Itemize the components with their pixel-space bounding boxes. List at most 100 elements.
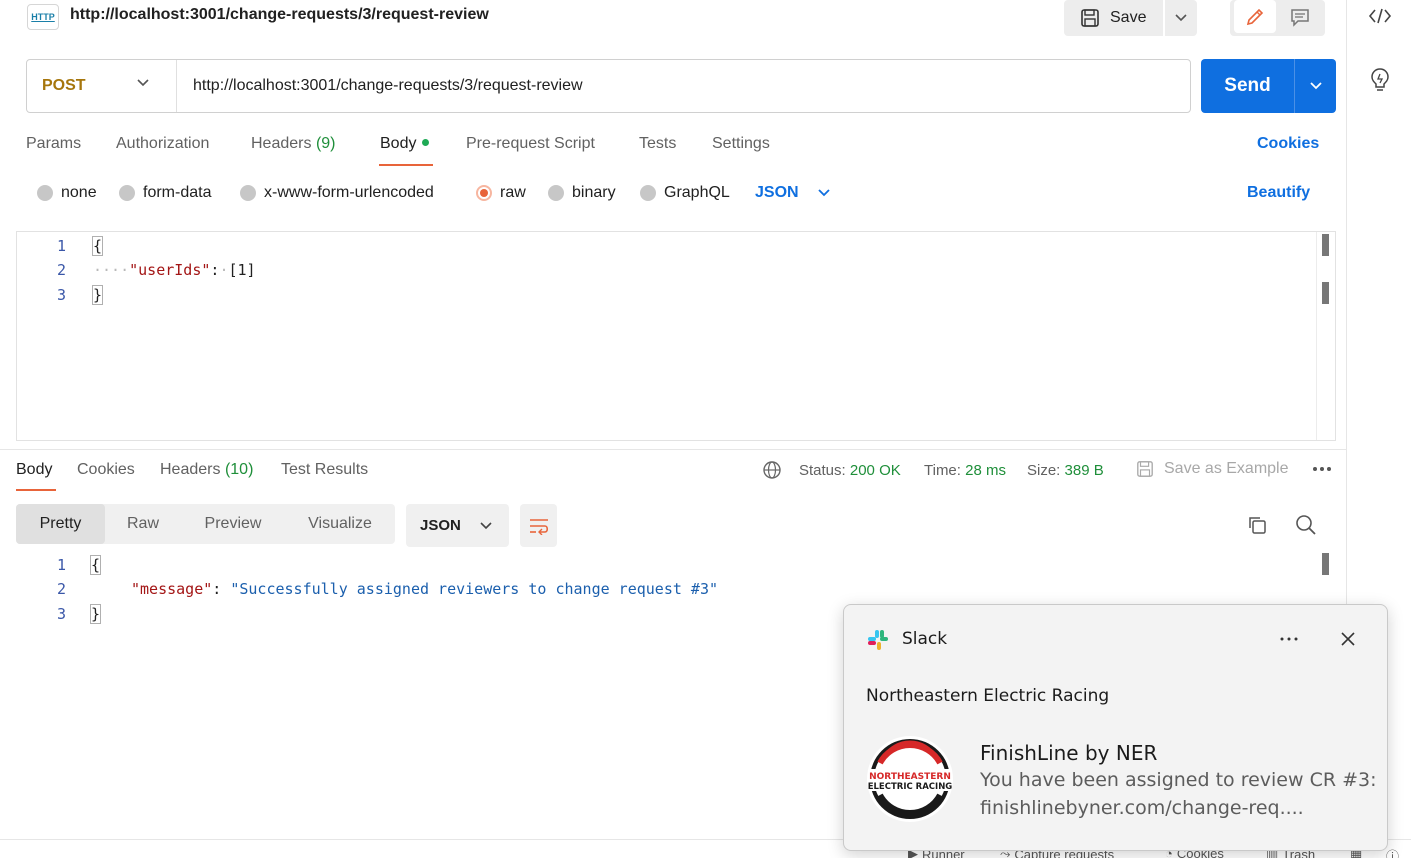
code-line: { [91,236,104,256]
editor-scroll-track [1316,232,1317,440]
open-brace: { [89,555,102,575]
response-format-label: JSON [420,517,461,534]
body-modified-indicator [422,139,430,146]
radio-binary[interactable]: binary [548,184,616,202]
url-input[interactable]: http://localhost:3001/change-requests/3/… [193,77,583,95]
chevron-down-icon[interactable] [136,78,150,88]
radio-dot [640,185,656,201]
view-pretty[interactable]: Pretty [16,504,105,544]
more-options-icon[interactable] [1279,636,1299,642]
save-options-button[interactable] [1165,0,1197,36]
tab-pre-request-script[interactable]: Pre-request Script [466,135,595,153]
response-scrollbar-thumb[interactable] [1322,553,1329,575]
logo-text-line2: ELECTRIC RACING [868,782,953,792]
wrap-lines-button[interactable] [520,504,557,547]
status-value: 200 OK [849,462,901,479]
open-brace: { [91,236,104,256]
radio-dot [240,185,256,201]
json-value: [1] [228,261,256,279]
tab-headers[interactable]: Headers (9) [251,135,336,153]
help-icon[interactable]: ⓘ [1386,846,1399,858]
chevron-down-icon [480,521,492,529]
lightbulb-icon [1371,68,1389,91]
code-line: } [89,604,102,624]
response-size[interactable]: Size: 389 B [1027,462,1104,479]
view-visualize[interactable]: Visualize [285,504,395,544]
radio-none[interactable]: none [37,184,97,202]
status-label: Status: [799,462,846,479]
line-number: 3 [56,286,66,304]
response-tab-test-results[interactable]: Test Results [281,461,368,479]
tab-authorization[interactable]: Authorization [116,135,209,153]
code-snippet-button[interactable] [1366,4,1394,28]
pencil-icon [1246,8,1264,25]
radio-form-data[interactable]: form-data [119,184,211,202]
radio-dot-selected [476,185,492,201]
tab-headers-label: Headers [251,135,312,152]
editor-scrollbar-thumb[interactable] [1322,234,1329,256]
pane-divider[interactable] [0,449,1346,450]
notification-workspace: Northeastern Electric Racing [866,686,1110,706]
comment-icon [1291,8,1309,27]
send-options-button[interactable] [1294,59,1336,113]
close-brace: } [89,604,102,624]
active-response-tab-indicator [16,489,56,491]
response-tab-cookies[interactable]: Cookies [77,461,135,479]
comment-mode-button[interactable] [1280,0,1320,33]
tab-tests[interactable]: Tests [639,135,676,153]
tab-body[interactable]: Body [380,135,430,153]
json-value: "Successfully assigned reviewers to chan… [230,580,719,598]
save-icon [1081,9,1099,27]
method-select[interactable]: POST [42,77,86,95]
radio-label: none [61,184,97,201]
view-raw[interactable]: Raw [105,504,181,544]
save-button[interactable]: Save [1064,0,1163,36]
body-format-select[interactable]: JSON [755,184,831,202]
chevron-down-icon [1175,14,1187,22]
beautify-button[interactable]: Beautify [1247,184,1310,202]
save-label: Save [1110,9,1147,26]
response-time[interactable]: Time: 28 ms [924,462,1006,479]
radio-graphql[interactable]: GraphQL [640,184,730,202]
code-line: } [91,285,104,305]
radio-dot [119,185,135,201]
response-format-select[interactable]: JSON [406,504,509,547]
response-status[interactable]: Status: 200 OK [799,462,901,479]
chevron-down-icon [817,189,830,197]
radio-label: raw [500,184,526,201]
ner-logo: NORTHEASTERN ELECTRIC RACING [867,736,953,822]
chevron-down-icon [1309,82,1322,90]
response-tab-headers[interactable]: Headers (10) [160,461,253,479]
cookies-link[interactable]: Cookies [1257,135,1319,153]
line-number: 2 [56,261,66,279]
radio-label: x-www-form-urlencoded [264,184,434,201]
view-preview[interactable]: Preview [181,504,285,544]
request-title[interactable]: http://localhost:3001/change-requests/3/… [70,6,489,24]
radio-dot [548,185,564,201]
tab-settings[interactable]: Settings [712,135,770,153]
globe-icon[interactable] [762,460,782,480]
http-request-icon: HTTP [27,4,59,30]
time-value: 28 ms [965,462,1006,479]
response-tab-body[interactable]: Body [16,461,52,479]
more-options-icon[interactable] [1312,466,1332,472]
copy-icon[interactable] [1246,514,1268,536]
edit-mode-button[interactable] [1234,0,1276,33]
notification-message: You have been assigned to review CR #3: [980,769,1377,791]
code-icon [1368,8,1392,24]
radio-x-www-form-urlencoded[interactable]: x-www-form-urlencoded [240,184,434,202]
send-button[interactable]: Send [1201,59,1294,113]
json-colon: : [212,580,222,598]
close-icon[interactable] [1339,630,1357,648]
suggestions-button[interactable] [1366,66,1394,94]
tab-params[interactable]: Params [26,135,81,153]
response-tab-headers-count: (10) [224,461,254,478]
notification-link[interactable]: finishlinebyner.com/change-req.... [980,797,1304,819]
response-tab-headers-label: Headers [160,461,221,478]
radio-label: binary [572,184,616,201]
line-number: 1 [56,237,66,255]
search-icon[interactable] [1295,514,1317,536]
save-as-example-button[interactable]: Save as Example [1136,460,1289,478]
radio-label: form-data [143,184,212,201]
radio-raw[interactable]: raw [476,184,526,202]
